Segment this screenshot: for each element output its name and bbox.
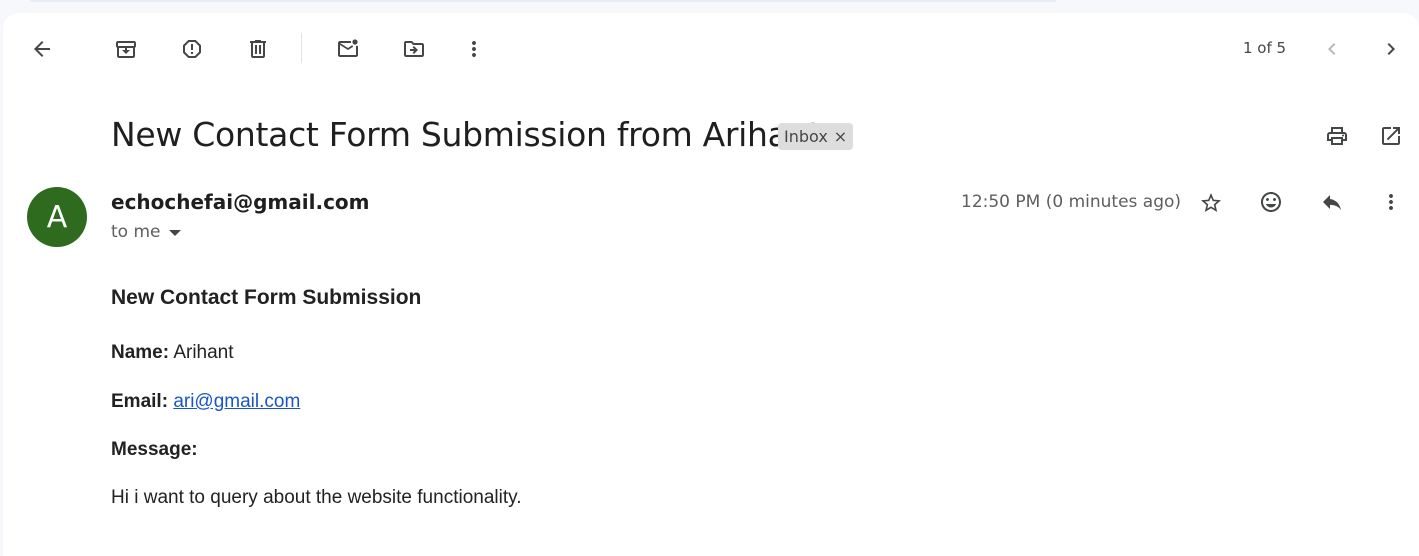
email-timestamp: 12:50 PM (0 minutes ago) (961, 192, 1182, 212)
add-reaction-button[interactable] (1251, 182, 1291, 222)
email-field: Email: ari@gmail.com (111, 391, 300, 413)
top-strip (30, 0, 1056, 2)
older-button[interactable] (1371, 29, 1411, 69)
more-options-button[interactable] (454, 29, 494, 69)
star-button[interactable] (1191, 183, 1231, 223)
email-label: Email: (111, 391, 169, 412)
pager-count: 1 of 5 (1243, 39, 1287, 57)
chevron-left-icon (1328, 43, 1336, 55)
sender-address[interactable]: echochefai@gmail.com (111, 190, 370, 214)
print-all-button[interactable] (1317, 116, 1357, 156)
email-subject: New Contact Form Submission from Arihant (111, 115, 821, 154)
archive-icon (116, 41, 136, 58)
mark-unread-button[interactable] (328, 29, 368, 69)
star-icon (1201, 193, 1221, 212)
report-spam-icon (183, 40, 201, 58)
name-label: Name: (111, 342, 170, 363)
caret-down-icon[interactable] (168, 230, 181, 236)
message-heading: New Contact Form Submission (111, 286, 422, 309)
avatar[interactable]: A (27, 187, 87, 247)
open-in-new-icon (1382, 127, 1400, 145)
message-text: Hi i want to query about the website fun… (111, 487, 522, 508)
mark-unread-icon (338, 39, 358, 57)
name-field: Name: Arihant (111, 342, 234, 364)
message-body: New Contact Form Submission Name: Arihan… (111, 286, 522, 508)
newer-button[interactable] (1312, 29, 1352, 69)
chevron-right-icon (1387, 43, 1395, 55)
label-text: Inbox (784, 127, 828, 146)
back-button[interactable] (22, 29, 62, 69)
recipient-details[interactable]: to me (111, 222, 181, 242)
print-icon (1327, 127, 1347, 145)
reply-icon (1323, 195, 1341, 210)
name-value: Arihant (173, 342, 234, 363)
remove-label-icon[interactable]: × (834, 128, 847, 145)
inbox-label-chip[interactable]: Inbox × (778, 123, 854, 150)
delete-icon (250, 40, 266, 58)
message-label: Message: (111, 439, 198, 460)
message-field: Message: (111, 439, 198, 461)
more-vert-icon (472, 41, 476, 57)
delete-button[interactable] (238, 29, 278, 69)
message-more-options-button[interactable] (1371, 182, 1411, 222)
open-in-new-window-button[interactable] (1371, 116, 1411, 156)
back-arrow-icon (34, 41, 50, 57)
email-view-panel (3, 13, 1419, 556)
more-vert-icon (1389, 194, 1393, 210)
toolbar-separator (301, 33, 302, 63)
emoji-icon (1261, 192, 1281, 212)
move-to-button[interactable] (394, 29, 434, 69)
move-to-icon (404, 41, 424, 57)
reply-button[interactable] (1312, 182, 1352, 222)
archive-button[interactable] (106, 29, 146, 69)
email-link[interactable]: ari@gmail.com (173, 391, 300, 412)
recipient-text: to me (111, 222, 161, 242)
report-spam-button[interactable] (172, 29, 212, 69)
